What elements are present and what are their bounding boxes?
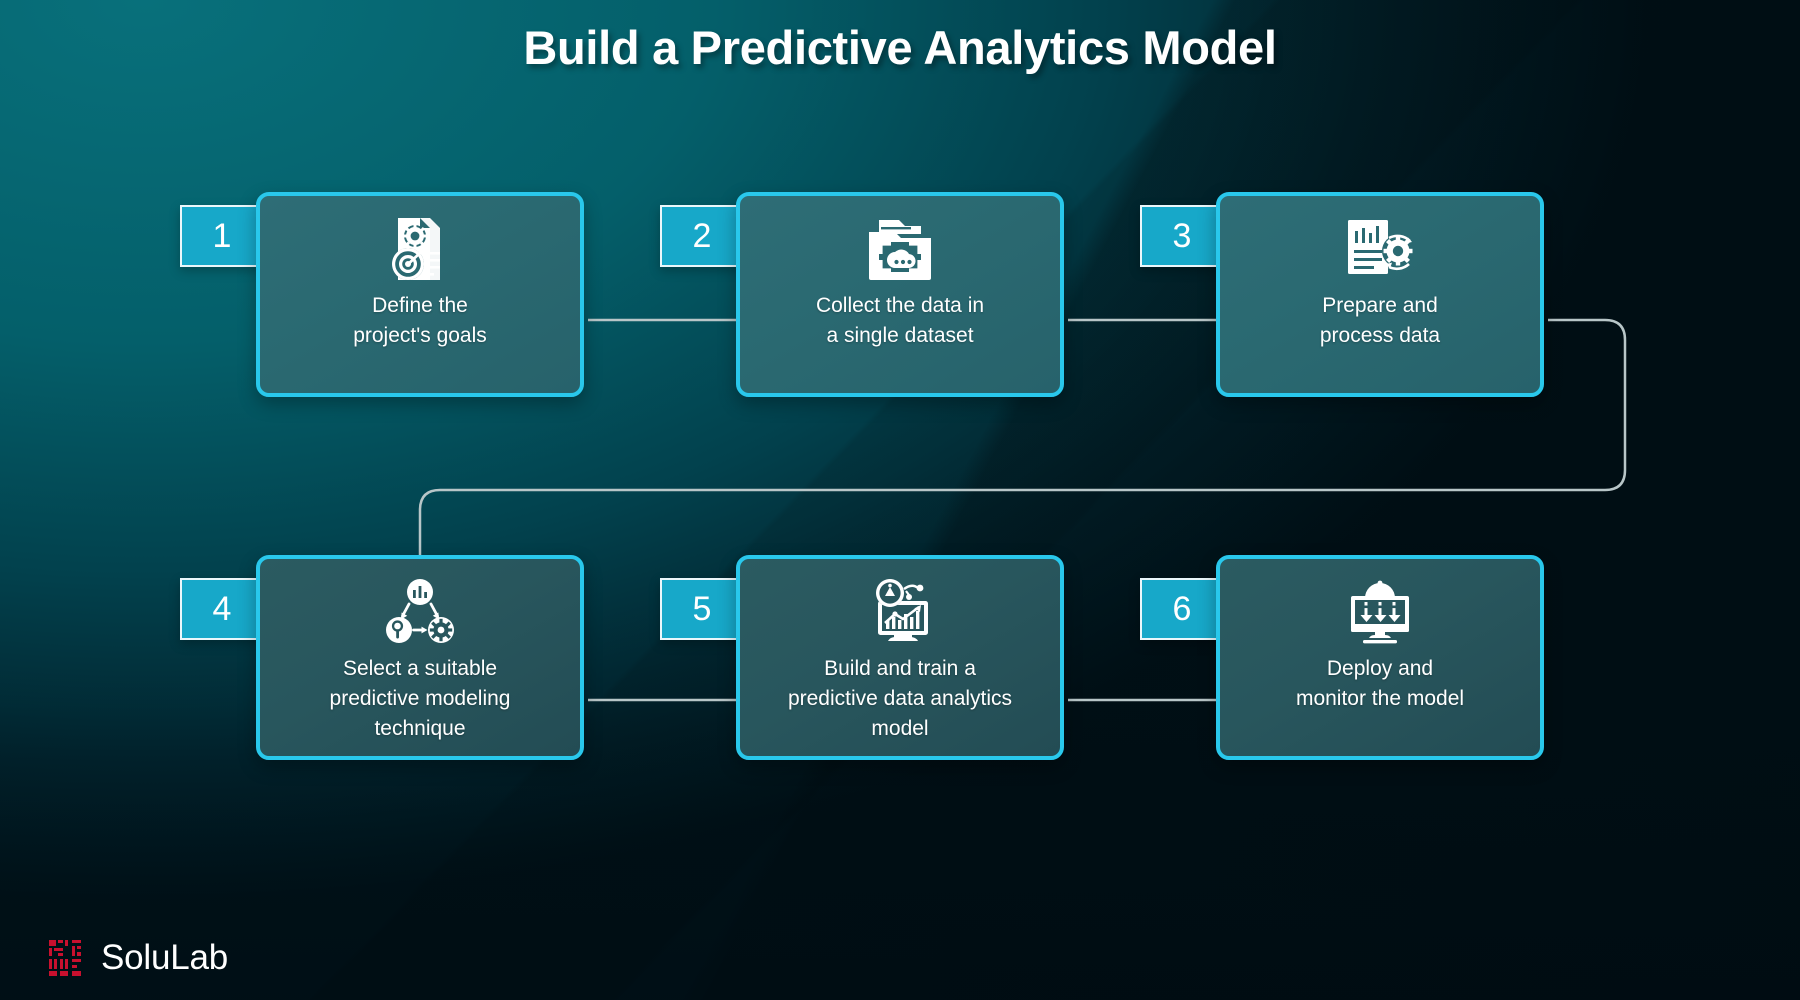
- step-badge-5: 5: [660, 578, 744, 640]
- step-label-1: Define the project's goals: [353, 294, 487, 347]
- step-card-3[interactable]: Prepare and process data: [1216, 192, 1544, 397]
- step-number-5: 5: [692, 589, 712, 628]
- step-card-6[interactable]: Deploy and monitor the model: [1216, 555, 1544, 760]
- monitor-growth-chart-icon: [864, 576, 936, 648]
- folder-scan-cloud-icon: [865, 213, 935, 285]
- step-label-2: Collect the data in a single dataset: [815, 294, 985, 347]
- step-badge-4: 4: [180, 578, 264, 640]
- cycle-chart-search-gear-icon: [384, 576, 456, 648]
- step-label-4: Select a suitable predictive modeling te…: [329, 657, 511, 740]
- step-number-4: 4: [212, 589, 232, 628]
- brand-logo[interactable]: SoluLab: [48, 938, 228, 978]
- document-chart-gear-icon: [1344, 213, 1416, 285]
- step-number-1: 1: [212, 216, 232, 255]
- step-badge-6: 6: [1140, 578, 1224, 640]
- monitor-deploy-arrows-icon: [1345, 576, 1415, 648]
- step-badge-3: 3: [1140, 205, 1224, 267]
- step-number-6: 6: [1172, 589, 1192, 628]
- step-label-6: Deploy and monitor the model: [1295, 657, 1465, 710]
- brand-name: SoluLab: [101, 938, 229, 977]
- step-card-2[interactable]: Collect the data in a single dataset: [736, 192, 1064, 397]
- step-number-3: 3: [1172, 216, 1192, 255]
- solulab-logo-icon: [49, 940, 81, 976]
- step-badge-2: 2: [660, 205, 744, 267]
- document-gear-target-icon: [388, 213, 452, 285]
- step-number-2: 2: [692, 216, 712, 255]
- step-label-5: Build and train a predictive data analyt…: [787, 657, 1013, 740]
- step-card-4[interactable]: Select a suitable predictive modeling te…: [256, 555, 584, 760]
- step-label-3: Prepare and process data: [1319, 294, 1441, 347]
- connector-lines: [418, 318, 1627, 702]
- step-card-5[interactable]: Build and train a predictive data analyt…: [736, 555, 1064, 760]
- step-badge-1: 1: [180, 205, 264, 267]
- step-card-1[interactable]: Define the project's goals: [256, 192, 584, 397]
